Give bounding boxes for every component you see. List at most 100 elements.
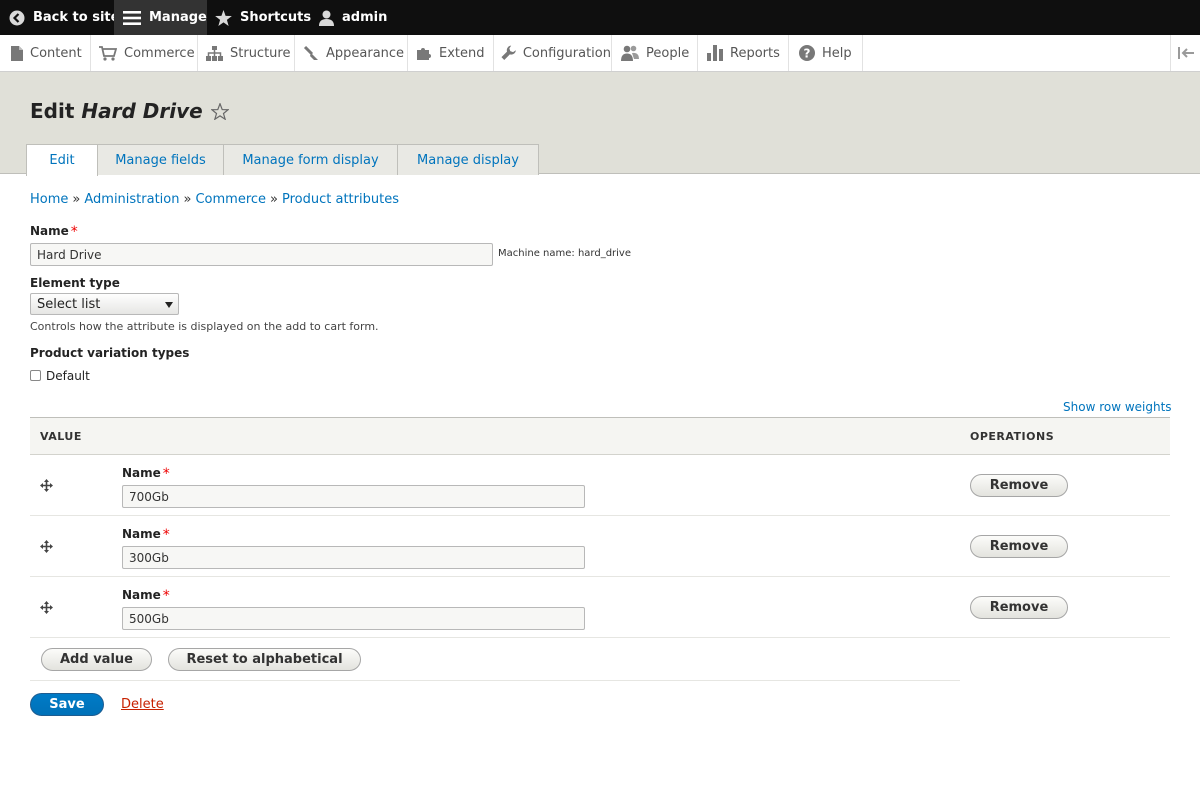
add-value-button[interactable]: Add value	[41, 648, 152, 671]
svg-text:?: ?	[804, 47, 811, 61]
breadcrumb: Home» Administration» Commerce» Product att…	[30, 192, 399, 207]
default-checkbox[interactable]	[30, 370, 41, 381]
admin-toolbar: Back to site Manage Shortcuts admin	[0, 0, 1200, 35]
collapse-icon	[1177, 47, 1194, 59]
breadcrumb-administration[interactable]: Administration	[84, 192, 179, 207]
required-mark: *	[162, 588, 170, 604]
file-icon	[11, 45, 23, 61]
user-icon	[319, 10, 334, 26]
user-label: admin	[342, 10, 388, 25]
bar-chart-icon	[707, 45, 723, 61]
back-to-site-link[interactable]: Back to site	[9, 0, 119, 35]
manage-label: Manage	[149, 10, 207, 25]
tray-item-label: Reports	[730, 45, 780, 61]
puzzle-icon	[417, 48, 431, 60]
wrench-icon	[501, 45, 516, 60]
value-name-label: Name *	[122, 466, 170, 482]
value-name-input[interactable]: 700Gb	[122, 485, 585, 508]
required-mark: *	[162, 527, 170, 543]
manage-tab[interactable]: Manage	[114, 0, 207, 35]
tray-item-appearance[interactable]: Appearance	[295, 35, 408, 71]
element-type-select[interactable]: Select list	[30, 293, 179, 315]
tray-item-label: Appearance	[326, 45, 405, 61]
remove-label: Remove	[989, 600, 1049, 615]
page-title: Edit Hard Drive	[30, 99, 229, 123]
machine-name: Machine name: hard_drive	[498, 248, 632, 259]
table-row: Name * 500Gb Remove	[30, 577, 1170, 638]
tab-label: Manage fields	[115, 152, 206, 168]
remove-button[interactable]: Remove	[970, 596, 1068, 619]
value-name-label: Name *	[122, 588, 170, 604]
value-name-input[interactable]: 300Gb	[122, 546, 585, 569]
tray-item-extend[interactable]: Extend	[408, 35, 494, 71]
tab-manage-fields[interactable]: Manage fields	[97, 144, 224, 175]
breadcrumb-commerce[interactable]: Commerce	[195, 192, 266, 207]
drag-handle-icon[interactable]	[40, 479, 53, 492]
brush-icon	[303, 45, 318, 60]
breadcrumb-product-attributes[interactable]: Product attributes	[282, 192, 399, 207]
element-type-value: Select list	[37, 296, 101, 312]
breadcrumb-home[interactable]: Home	[30, 192, 68, 207]
column-header-value: VALUE	[40, 430, 82, 443]
cart-icon	[99, 45, 117, 61]
user-tab[interactable]: admin	[319, 0, 387, 35]
tray-item-structure[interactable]: Structure	[198, 35, 295, 71]
shortcuts-tab[interactable]: Shortcuts	[215, 0, 311, 35]
tab-manage-form-display[interactable]: Manage form display	[223, 144, 398, 175]
tray-item-configuration[interactable]: Configuration	[494, 35, 612, 71]
tab-label: Edit	[49, 153, 75, 168]
tray-item-label: People	[646, 45, 690, 61]
divider	[30, 680, 960, 681]
tray-item-label: Commerce	[124, 45, 195, 61]
tab-label: Manage display	[417, 152, 519, 168]
star-icon	[215, 9, 232, 26]
hamburger-icon	[123, 10, 141, 25]
tray-item-help[interactable]: ? Help	[789, 35, 863, 71]
back-to-site-label: Back to site	[33, 10, 120, 25]
remove-button[interactable]: Remove	[970, 474, 1068, 497]
shortcut-star-icon[interactable]	[210, 102, 229, 120]
delete-link[interactable]: Delete	[121, 697, 164, 712]
name-input[interactable]	[30, 243, 493, 266]
back-arrow-icon	[9, 10, 25, 25]
remove-label: Remove	[989, 539, 1049, 554]
sitemap-icon	[206, 45, 223, 61]
add-value-label: Add value	[60, 652, 133, 667]
element-type-description: Controls how the attribute is displayed …	[30, 320, 379, 333]
name-label: Name *	[30, 224, 78, 240]
tray-orientation-toggle[interactable]	[1170, 35, 1200, 71]
tray-item-reports[interactable]: Reports	[698, 35, 789, 71]
page-title-prefix: Edit	[30, 99, 75, 123]
breadcrumb-separator: »	[270, 192, 278, 207]
tray-item-label: Extend	[439, 45, 485, 61]
tray-item-commerce[interactable]: Commerce	[91, 35, 198, 71]
remove-button[interactable]: Remove	[970, 535, 1068, 558]
show-row-weights-link[interactable]: Show row weights	[1063, 400, 1172, 414]
tray-item-content[interactable]: Content	[0, 35, 91, 71]
save-button[interactable]: Save	[30, 693, 104, 716]
people-icon	[621, 45, 639, 61]
tab-edit[interactable]: Edit	[26, 144, 98, 176]
tray-item-people[interactable]: People	[612, 35, 698, 71]
table-row: Name * 300Gb Remove	[30, 516, 1170, 577]
tray-item-label: Content	[30, 45, 82, 61]
name-label-text: Name	[30, 224, 69, 238]
breadcrumb-separator: »	[183, 192, 192, 207]
page-title-name: Hard Drive	[81, 99, 203, 123]
tray-item-label: Help	[822, 45, 852, 61]
value-name-input[interactable]: 500Gb	[122, 607, 585, 630]
remove-label: Remove	[989, 478, 1049, 493]
reset-alphabetical-button[interactable]: Reset to alphabetical	[168, 648, 361, 671]
table-row: Name * 700Gb Remove	[30, 455, 1170, 516]
dropdown-arrow-icon	[165, 302, 173, 308]
drag-handle-icon[interactable]	[40, 540, 53, 553]
admin-tray: Content Commerce Structure Appearance Ex…	[0, 35, 1200, 72]
value-name-label-text: Name	[122, 466, 161, 480]
breadcrumb-separator: »	[72, 192, 81, 207]
tray-item-label: Structure	[230, 45, 291, 61]
drag-handle-icon[interactable]	[40, 601, 53, 614]
tab-manage-display[interactable]: Manage display	[397, 144, 539, 175]
variation-types-label: Product variation types	[30, 346, 190, 360]
help-icon: ?	[799, 45, 815, 61]
required-mark: *	[70, 224, 78, 240]
